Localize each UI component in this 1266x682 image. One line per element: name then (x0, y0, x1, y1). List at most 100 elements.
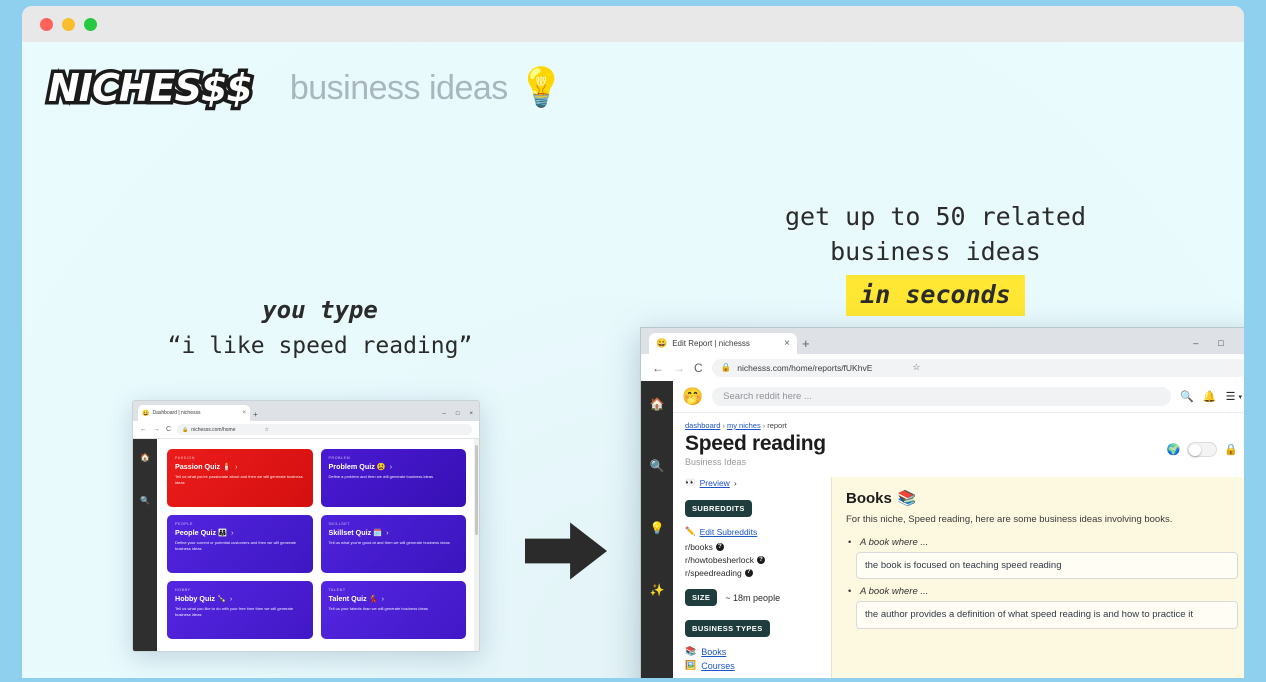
report-toolbar: ← → C 🔒 nichesss.com/home/reports/fUKhvE… (641, 354, 1244, 381)
tab-close-icon[interactable]: × (784, 338, 790, 349)
books-icon: 📚 (897, 490, 917, 507)
dashboard-browser-tab[interactable]: 😀 Dashboard | nichesss × (138, 405, 250, 421)
ideas-card: Books 📚 For this niche, Speed reading, h… (831, 477, 1244, 678)
new-tab-button[interactable]: + (802, 336, 810, 351)
help-icon[interactable]: ? (756, 556, 765, 565)
idea-list: A book where ... the book is focused on t… (846, 537, 1238, 629)
quiz-card-kicker: PROBLEM (328, 456, 351, 460)
reload-icon[interactable]: C (166, 426, 171, 433)
quiz-card-title: Skillset Quiz 🗓️ › (329, 528, 459, 537)
business-type-item[interactable]: 🖼️ Courses (685, 660, 825, 671)
quiz-card-description: Tell us your talents than we will genera… (328, 606, 428, 611)
quiz-card[interactable]: HOBBY Hobby Quiz 🍾 › Tell us what you like t… (167, 581, 313, 639)
tab-title: Edit Report | nichesss (672, 339, 750, 348)
lightbulb-icon[interactable]: 💡 (650, 521, 665, 535)
edit-subreddits-link[interactable]: Edit Subreddits (700, 527, 758, 537)
business-type-item[interactable]: 📚 Books (685, 646, 825, 657)
minimize-icon[interactable]: – (1193, 338, 1198, 348)
minimize-icon[interactable]: – (443, 411, 446, 417)
scrollbar-thumb[interactable] (475, 445, 478, 535)
hamburger-menu-icon[interactable]: ☰ (1226, 390, 1236, 403)
new-tab-button[interactable]: + (253, 410, 258, 419)
dashboard-scrollbar[interactable] (474, 439, 479, 651)
brand-logo[interactable]: NICHES$$ (34, 60, 266, 116)
logo-text: NICHES$$ (45, 63, 256, 114)
idea-prompt: A book where ... (846, 537, 1238, 548)
quiz-card-description: Define a problem and then we will genera… (328, 474, 434, 479)
search-icon[interactable]: 🔍 (650, 459, 665, 473)
report-address-bar[interactable]: 🔒 nichesss.com/home/reports/fUKhvE ☆ (711, 358, 1244, 377)
help-icon[interactable]: ? (715, 543, 724, 552)
maximize-icon[interactable]: □ (1218, 338, 1223, 348)
breadcrumb-separator-2: › (762, 421, 766, 430)
page-subtitle: Business Ideas (685, 457, 747, 467)
headline-line-1: get up to 50 related (784, 202, 1086, 231)
back-icon[interactable]: ← (652, 361, 664, 375)
forward-icon[interactable]: → (673, 361, 685, 375)
subreddit-name: r/books (685, 542, 713, 552)
preview-link[interactable]: Preview (700, 478, 730, 488)
sparkles-icon[interactable]: ✨ (650, 583, 665, 597)
idea-text-field[interactable]: the author provides a definition of what… (856, 601, 1238, 629)
preview-row[interactable]: 👀 Preview › (685, 477, 825, 488)
breadcrumb-my-niches[interactable]: my niches (727, 421, 761, 430)
ideas-heading-text: Books (846, 489, 892, 507)
quiz-card-description: Tell us what you're passionate about and… (175, 474, 303, 485)
bell-icon[interactable]: 🔔 (1203, 390, 1217, 403)
bookmark-star-icon[interactable]: ☆ (264, 427, 268, 433)
help-icon[interactable]: ? (744, 568, 753, 577)
report-tab-strip: 😀 Edit Report | nichesss × + – □ × (641, 328, 1244, 354)
quiz-card-grid: PASSION Passion Quiz 🕯️ › Tell us what you'r… (157, 439, 474, 651)
reddit-search-input[interactable]: Search reddit here ... (712, 387, 1172, 406)
window-maximize-button[interactable] (84, 17, 97, 31)
tab-title: Dashboard | nichesss (152, 410, 201, 416)
report-browser-tab[interactable]: 😀 Edit Report | nichesss × (649, 333, 797, 354)
report-title-row: Speed reading Business Ideas 🌍 🔒 (673, 430, 1244, 467)
edit-subreddits-row[interactable]: ✏️ Edit Subreddits (685, 526, 825, 537)
quiz-card-title-text: Hobby Quiz (175, 594, 215, 603)
size-row: SIZE ~ 18m people (685, 589, 825, 607)
idea-text-field[interactable]: the book is focused on teaching speed re… (856, 552, 1238, 580)
quiz-card[interactable]: PROBLEM Problem Quiz 😫 › Define a problem an… (320, 449, 466, 507)
app-header: 🤭 Search reddit here ... 🔍 🔔 ☰ ▾ (673, 381, 1244, 413)
visibility-toggle[interactable] (1187, 442, 1218, 457)
pencil-icon: ✏️ (685, 526, 696, 536)
report-body: 🏠 🔍 💡 ✨ 🤭 Search reddit here ... 🔍 🔔 ☰ ▾… (641, 381, 1244, 678)
quiz-card[interactable]: TALENT Talent Quiz 💃 › Tell us your talents … (320, 581, 466, 639)
quiz-card[interactable]: PEOPLE People Quiz 👨‍👩‍👧 › Define your curre… (167, 515, 313, 573)
business-type-link[interactable]: Courses (701, 661, 735, 671)
window-minimize-button[interactable] (62, 17, 75, 31)
window-close-button[interactable] (40, 17, 53, 31)
quiz-card-description: Tell us what you're good at and then we … (328, 540, 450, 545)
subreddit-item: r/books? (685, 541, 825, 554)
quiz-card[interactable]: PASSION Passion Quiz 🕯️ › Tell us what you'r… (167, 449, 313, 507)
search-icon[interactable]: 🔍 (1180, 390, 1194, 403)
search-icon[interactable]: 🔍 (140, 496, 150, 505)
tagline: business ideas 💡 (290, 66, 565, 110)
breadcrumb-dashboard[interactable]: dashboard (685, 421, 720, 430)
you-type-quote: “i like speed reading” (167, 333, 473, 360)
quiz-card-kicker: PASSION (175, 456, 195, 460)
close-icon[interactable]: × (469, 411, 473, 417)
back-icon[interactable]: ← (140, 426, 147, 433)
quiz-card[interactable]: SKILLSET Skillset Quiz 🗓️ › Tell us what you… (320, 515, 466, 573)
tab-close-icon[interactable]: × (242, 410, 246, 416)
quiz-card-emoji: 👨‍👩‍👧 (218, 528, 228, 537)
quiz-card-title-text: Talent Quiz (328, 594, 367, 603)
maximize-icon[interactable]: □ (456, 411, 460, 417)
dashboard-address-bar[interactable]: 🔒 nichesss.com/home ☆ (177, 424, 472, 435)
breadcrumb-separator: › (722, 421, 725, 430)
bookmark-star-icon[interactable]: ☆ (912, 362, 920, 373)
home-icon[interactable]: 🏠 (650, 397, 665, 411)
quiz-card-title: Hobby Quiz 🍾 › (175, 594, 305, 603)
chevron-right-icon: › (386, 528, 389, 537)
business-type-link[interactable]: Books (701, 647, 726, 657)
report-window-controls: – □ × (1193, 338, 1244, 348)
reload-icon[interactable]: C (694, 361, 703, 375)
forward-icon[interactable]: → (153, 426, 160, 433)
idea-prompt: A book where ... (846, 586, 1238, 597)
avatar[interactable]: 🤭 (682, 387, 703, 407)
home-icon[interactable]: 🏠 (140, 453, 150, 462)
chevron-down-icon[interactable]: ▾ (1238, 393, 1242, 401)
idea-item: A book where ... the author provides a de… (846, 586, 1238, 629)
